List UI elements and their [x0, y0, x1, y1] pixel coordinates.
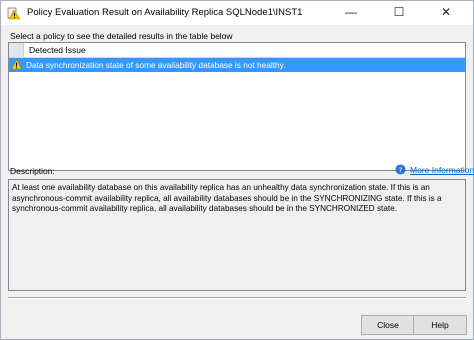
dialog-content: Select a policy to see the detailed resu…	[1, 25, 474, 339]
description-text: At least one availability database on th…	[12, 183, 442, 213]
title-bar[interactable]: Policy Evaluation Result on Availability…	[1, 1, 473, 25]
close-button[interactable]: Close	[361, 315, 415, 335]
separator	[8, 297, 466, 299]
detected-issues-table[interactable]: Detected Issue Data synchronization stat…	[8, 42, 466, 171]
svg-text:?: ?	[399, 165, 403, 174]
close-window-button[interactable]: ✕	[428, 1, 464, 25]
minimize-button[interactable]: —	[333, 1, 369, 25]
policy-app-icon	[7, 7, 21, 20]
maximize-button[interactable]: ☐	[381, 1, 417, 25]
description-label: Description:	[10, 166, 55, 176]
issue-text: Data synchronization state of some avail…	[26, 60, 286, 70]
warning-icon	[11, 59, 22, 70]
more-information-link[interactable]: More Information	[410, 165, 474, 175]
table-row[interactable]: Data synchronization state of some avail…	[9, 58, 465, 72]
help-info-icon: ?	[395, 164, 406, 175]
help-button[interactable]: Help	[413, 315, 467, 335]
description-textbox[interactable]: At least one availability database on th…	[8, 179, 466, 291]
instruction-text: Select a policy to see the detailed resu…	[10, 31, 233, 41]
table-header: Detected Issue	[9, 43, 465, 58]
policy-evaluation-dialog: Policy Evaluation Result on Availability…	[0, 0, 474, 340]
row-selector-header	[9, 43, 24, 57]
column-header-detected-issue[interactable]: Detected Issue	[29, 45, 86, 55]
window-title: Policy Evaluation Result on Availability…	[27, 7, 303, 18]
